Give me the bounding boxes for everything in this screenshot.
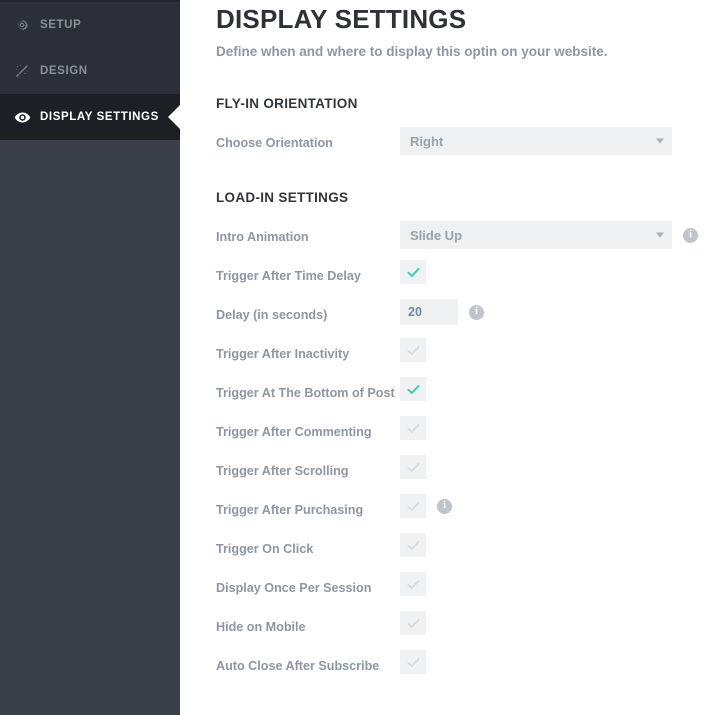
- field-control: [400, 260, 700, 284]
- field-row-display-once-per-session: Display Once Per Session: [216, 572, 700, 601]
- section-title: FLY-IN ORIENTATION: [216, 96, 358, 111]
- display-once-per-session-checkbox[interactable]: [400, 572, 426, 596]
- trigger-after-commenting-checkbox[interactable]: [400, 416, 426, 440]
- field-label: Trigger On Click: [216, 542, 314, 556]
- field-control: i: [400, 299, 700, 325]
- hide-on-mobile-checkbox[interactable]: [400, 611, 426, 635]
- field-control: [400, 338, 700, 362]
- field-row-trigger-on-click: Trigger On Click: [216, 533, 700, 562]
- eye-icon: [14, 109, 40, 126]
- field-label: Trigger After Inactivity: [216, 347, 350, 361]
- field-label: Delay (in seconds): [216, 308, 328, 322]
- field-label: Auto Close After Subscribe: [216, 659, 380, 673]
- gear-icon: [14, 17, 40, 33]
- main-content: DISPLAY SETTINGS Define when and where t…: [180, 0, 720, 715]
- trigger-after-scrolling-checkbox[interactable]: [400, 455, 426, 479]
- sidebar-item-design[interactable]: DESIGN: [0, 48, 180, 94]
- field-row-trigger-after-purchasing: Trigger After Purchasing i: [216, 494, 700, 523]
- field-row-delay-seconds: Delay (in seconds) i: [216, 299, 700, 328]
- intro-animation-select[interactable]: Slide Up: [400, 221, 672, 249]
- field-row-trigger-after-time-delay: Trigger After Time Delay: [216, 260, 700, 289]
- trigger-after-purchasing-checkbox[interactable]: [400, 494, 426, 518]
- field-row-hide-on-mobile: Hide on Mobile: [216, 611, 700, 640]
- field-control: [400, 455, 700, 479]
- chevron-down-icon: [656, 138, 664, 144]
- trigger-at-bottom-of-post-checkbox[interactable]: [400, 377, 426, 401]
- page-title: DISPLAY SETTINGS: [216, 4, 467, 34]
- field-row-choose-orientation: Choose Orientation Right: [216, 127, 700, 156]
- section-load-in-settings: LOAD-IN SETTINGS Intro Animation Slide U…: [216, 190, 700, 679]
- field-control: [400, 416, 700, 440]
- sidebar-item-label: SETUP: [40, 19, 82, 31]
- info-icon[interactable]: i: [469, 304, 484, 320]
- field-row-trigger-at-bottom-of-post: Trigger At The Bottom of Post: [216, 377, 700, 406]
- field-label: Hide on Mobile: [216, 620, 306, 634]
- sidebar-item-label: DISPLAY SETTINGS: [40, 111, 159, 123]
- trigger-after-time-delay-checkbox[interactable]: [400, 260, 426, 284]
- active-pointer-arrow-icon: [168, 104, 181, 130]
- field-control: [400, 377, 700, 401]
- field-label: Trigger After Scrolling: [216, 464, 349, 478]
- page-subtitle: Define when and where to display this op…: [216, 44, 608, 59]
- select-value: Right: [410, 133, 444, 149]
- field-row-trigger-after-commenting: Trigger After Commenting: [216, 416, 700, 445]
- chevron-down-icon: [656, 232, 664, 238]
- field-row-auto-close-after-subscribe: Auto Close After Subscribe: [216, 650, 700, 679]
- field-control: [400, 572, 700, 596]
- info-icon[interactable]: i: [683, 227, 698, 243]
- sidebar-item-label: DESIGN: [40, 65, 88, 77]
- display-settings-screen: SETUP DESIGN DISPLAY SETTINGS DISPLAY SE…: [0, 0, 720, 715]
- sidebar-nav-list: SETUP DESIGN DISPLAY SETTINGS: [0, 2, 181, 140]
- field-control: Slide Up i: [400, 221, 700, 249]
- trigger-after-inactivity-checkbox[interactable]: [400, 338, 426, 362]
- field-label: Trigger After Time Delay: [216, 269, 361, 283]
- field-control: [400, 650, 700, 674]
- sidebar: SETUP DESIGN DISPLAY SETTINGS: [0, 0, 181, 715]
- field-row-intro-animation: Intro Animation Slide Up i: [216, 221, 700, 250]
- field-control: Right: [400, 127, 700, 155]
- field-label: Display Once Per Session: [216, 581, 372, 595]
- field-label: Trigger At The Bottom of Post: [216, 386, 395, 400]
- magic-wand-icon: [14, 63, 40, 79]
- field-label: Trigger After Commenting: [216, 425, 372, 439]
- field-label: Intro Animation: [216, 230, 309, 244]
- select-value: Slide Up: [410, 227, 463, 243]
- field-control: [400, 533, 700, 557]
- trigger-on-click-checkbox[interactable]: [400, 533, 426, 557]
- section-fly-in-orientation: FLY-IN ORIENTATION Choose Orientation Ri…: [216, 96, 700, 156]
- field-control: [400, 611, 700, 635]
- section-title: LOAD-IN SETTINGS: [216, 190, 349, 205]
- sidebar-item-setup[interactable]: SETUP: [0, 2, 180, 48]
- delay-seconds-input[interactable]: [400, 299, 458, 325]
- auto-close-after-subscribe-checkbox[interactable]: [400, 650, 426, 674]
- field-row-trigger-after-inactivity: Trigger After Inactivity: [216, 338, 700, 367]
- info-icon[interactable]: i: [437, 498, 452, 514]
- field-label: Choose Orientation: [216, 136, 333, 150]
- field-control: i: [400, 494, 700, 518]
- choose-orientation-select[interactable]: Right: [400, 127, 672, 155]
- field-row-trigger-after-scrolling: Trigger After Scrolling: [216, 455, 700, 484]
- sidebar-item-display-settings[interactable]: DISPLAY SETTINGS: [0, 94, 181, 140]
- field-label: Trigger After Purchasing: [216, 503, 364, 517]
